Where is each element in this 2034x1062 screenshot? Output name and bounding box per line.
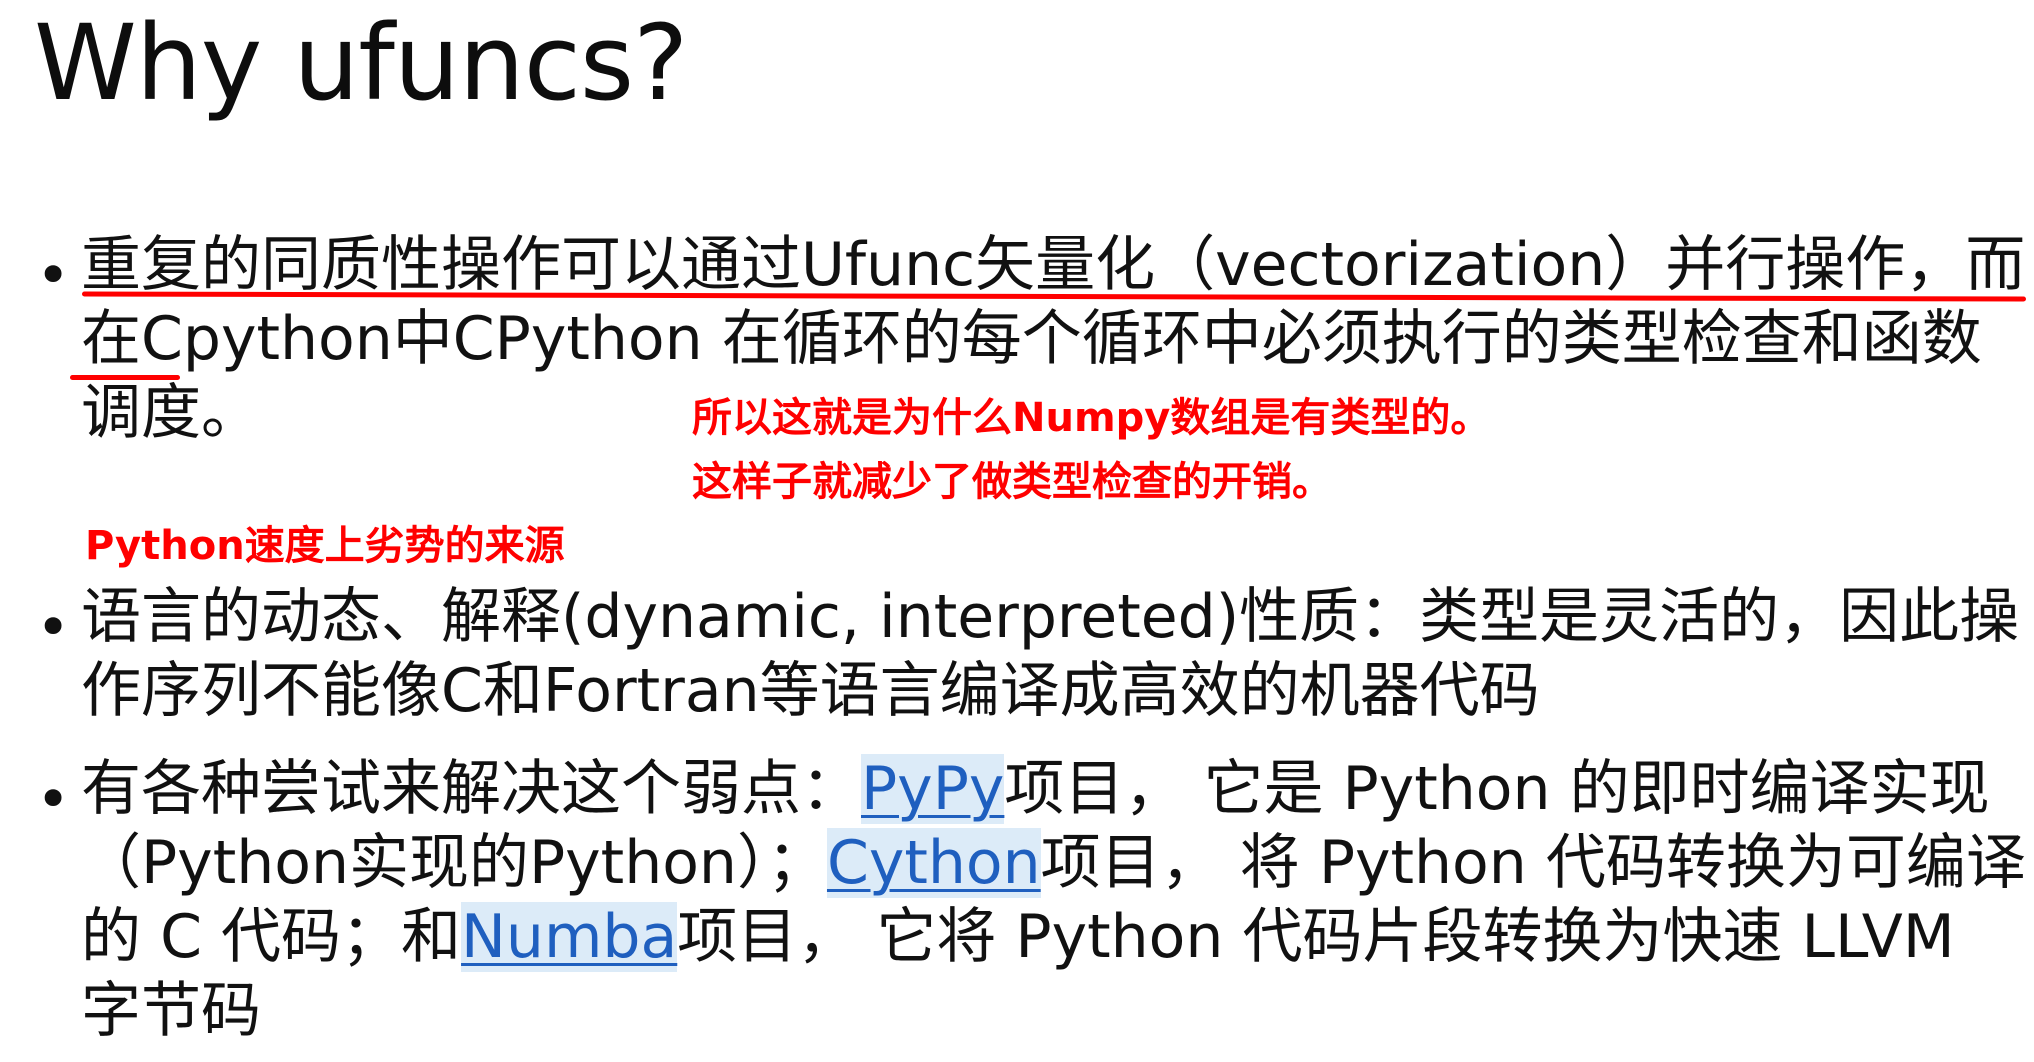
bullet-item-attempts: • 有各种尝试来解决这个弱点：PyPy项目， 它是 Python 的即时编译实现… [36,752,2026,1048]
bullet-text: 语言的动态、解释(dynamic, interpreted)性质：类型是灵活的，… [81,582,2020,726]
bullet-text: 有各种尝试来解决这个弱点：PyPy项目， 它是 Python 的即时编译实现（P… [81,752,2026,1048]
bullet-text-segment: 有各种尝试来解决这个弱点： [81,754,861,824]
red-annotation-python-speed-source: Python速度上劣势的来源 [85,523,565,569]
slide-title: Why ufuncs? [34,2,688,124]
bullet-item-dynamic-language: • 语言的动态、解释(dynamic, interpreted)性质：类型是灵活… [36,580,2026,728]
numba-link[interactable]: Numba [461,902,678,972]
pypy-link[interactable]: PyPy [861,754,1005,824]
bullet-dot-icon: • [36,765,71,833]
bullet-dot-icon: • [36,593,71,661]
cython-link[interactable]: Cython [826,828,1041,898]
bullet-dot-icon: • [36,241,71,309]
red-annotation-numpy-typed: 所以这就是为什么Numpy数组是有类型的。这样子就减少了做类型检查的开销。 [692,395,1491,505]
